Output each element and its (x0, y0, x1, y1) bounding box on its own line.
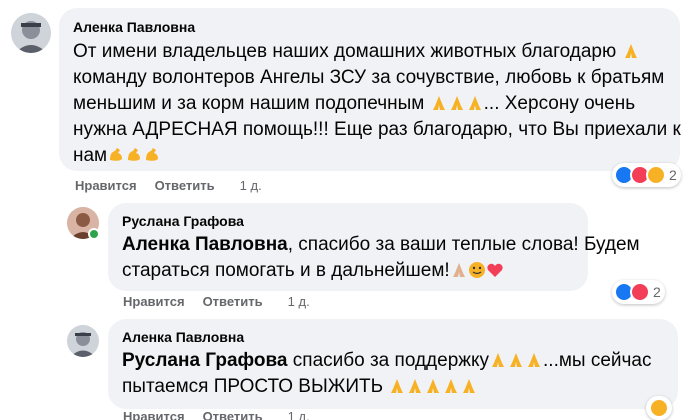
pray-emoji-icon (452, 263, 465, 277)
comment-text: пытаемся ПРОСТО ВЫЖИТЬ (122, 375, 478, 399)
reaction-summary[interactable]: 2 (612, 280, 665, 304)
comment-author[interactable]: Аленка Павловна (122, 329, 244, 345)
comment-text: Аленка Павловна, спасибо за ваши теплые … (122, 234, 640, 255)
reaction-count: 2 (653, 284, 661, 300)
comment-timestamp[interactable]: 1 д. (288, 294, 310, 309)
reply-button[interactable]: Ответить (203, 409, 263, 420)
flexed-biceps-emoji-icon (128, 148, 141, 161)
comment-timestamp[interactable]: 1 д. (240, 178, 262, 193)
pray-emoji-icon (624, 44, 637, 58)
pray-emoji-icon (432, 96, 445, 110)
comment-text: меньшим и за корм нашим подопечным ... Х… (73, 93, 636, 114)
pray-emoji-icon (445, 379, 458, 393)
pray-emoji-icon (463, 379, 476, 393)
pray-emoji-icon (391, 379, 404, 393)
like-button[interactable]: Нравится (123, 294, 185, 309)
comment-text: нам (73, 144, 161, 168)
like-button[interactable]: Нравится (123, 409, 185, 420)
comment-author[interactable]: Руслана Графова (122, 213, 244, 229)
flexed-biceps-emoji-icon (110, 148, 123, 161)
comment-text: От имени владельцев наших домашних живот… (73, 40, 640, 64)
comment-actions: Нравится Ответить 1 д. (123, 409, 310, 420)
red-heart-emoji-icon (487, 263, 503, 277)
pray-emoji-icon (409, 379, 422, 393)
care-icon (646, 165, 666, 185)
online-status-indicator (88, 228, 100, 240)
pray-emoji-icon (427, 379, 440, 393)
comment-text: нужна АДРЕСНАЯ помощь!!! Еще раз благода… (73, 119, 681, 140)
comment-author[interactable]: Аленка Павловна (73, 19, 195, 35)
pray-emoji-icon (468, 96, 481, 110)
like-button[interactable]: Нравится (75, 178, 137, 193)
mention-link[interactable]: Аленка Павловна (122, 234, 288, 255)
reaction-summary[interactable] (646, 396, 672, 420)
comment-text: стараться помогать и в дальнейшем! (122, 259, 504, 283)
love-icon (630, 282, 650, 302)
flexed-biceps-emoji-icon (146, 148, 159, 161)
reply-button[interactable]: Ответить (155, 178, 215, 193)
care-icon (649, 398, 669, 418)
pray-emoji-icon (510, 353, 523, 367)
avatar[interactable] (67, 325, 99, 357)
comment-text: Руслана Графова спасибо за поддержку ...м… (122, 350, 652, 371)
reply-button[interactable]: Ответить (203, 294, 263, 309)
comment-text: команду волонтеров Ангелы ЗСУ за сочувст… (73, 67, 665, 88)
comment-actions: Нравится Ответить 1 д. (123, 294, 310, 309)
reaction-count: 2 (669, 167, 677, 183)
avatar[interactable] (11, 13, 51, 53)
comment-actions: Нравится Ответить 1 д. (75, 178, 262, 193)
mention-link[interactable]: Руслана Графова (122, 350, 288, 371)
pray-emoji-icon (528, 353, 541, 367)
pray-emoji-icon (492, 353, 505, 367)
comment-timestamp[interactable]: 1 д. (288, 409, 310, 420)
reaction-summary[interactable]: 2 (612, 163, 681, 187)
hugging-face-emoji-icon (468, 262, 485, 278)
pray-emoji-icon (450, 96, 463, 110)
